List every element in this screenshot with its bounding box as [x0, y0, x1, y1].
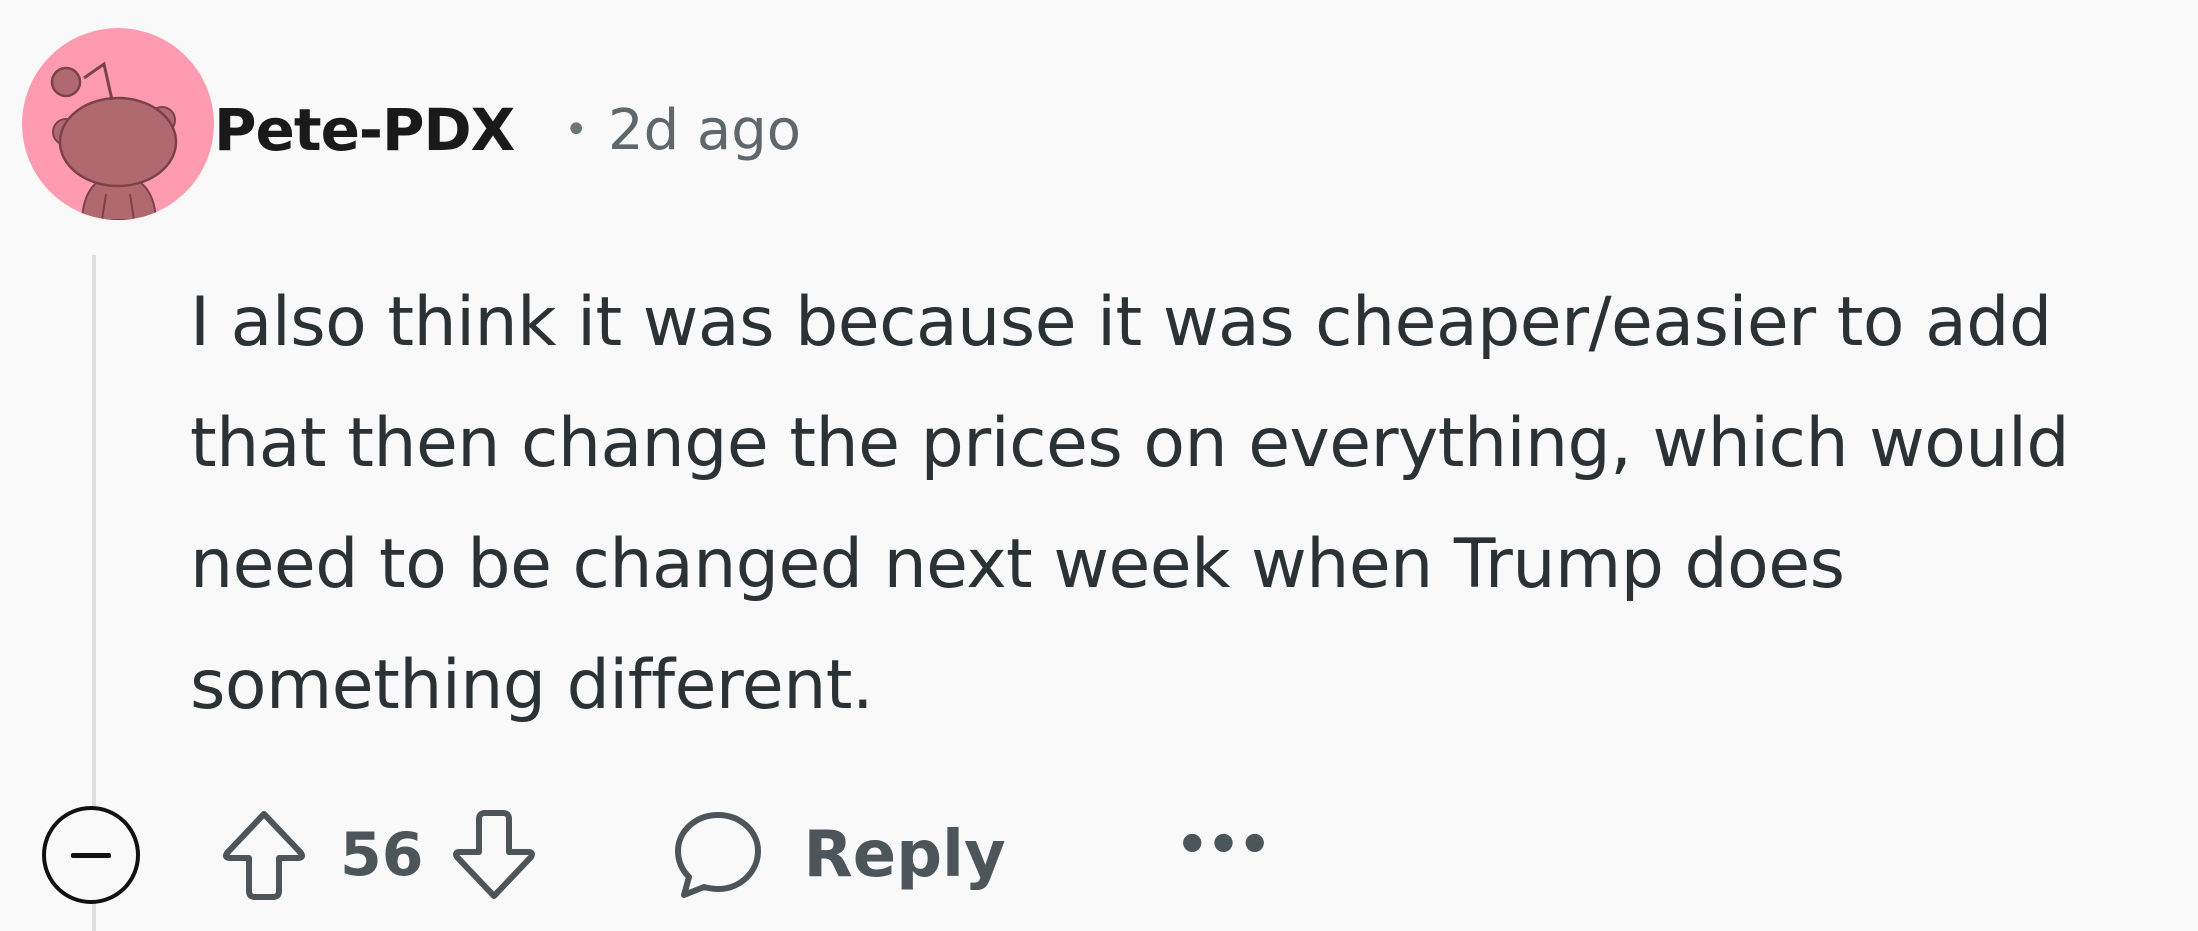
more-options-button[interactable]: ••• [1176, 819, 1272, 891]
vote-score: 56 [340, 820, 424, 890]
user-avatar[interactable] [22, 28, 214, 220]
upvote-button[interactable] [216, 807, 312, 903]
reply-button[interactable]: Reply [672, 809, 1006, 901]
downvote-button[interactable] [446, 807, 542, 903]
username[interactable]: Pete-PDX [214, 96, 515, 164]
comment-body: I also think it was because it was cheap… [190, 283, 2070, 725]
collapse-thread-button[interactable] [42, 806, 140, 904]
downvote-arrow-icon [452, 810, 535, 899]
comment-action-bar: 56 Reply ••• [42, 800, 1272, 910]
upvote-arrow-icon [223, 811, 305, 900]
reply-label: Reply [803, 818, 1006, 892]
collapse-minus-icon [71, 852, 111, 858]
snoo-avatar-icon [22, 28, 214, 220]
meta-separator: • [564, 107, 588, 153]
comment-timestamp[interactable]: 2d ago [608, 98, 801, 163]
comment-header: Pete-PDX • 2d ago [214, 90, 801, 170]
speech-bubble-icon [674, 812, 761, 898]
